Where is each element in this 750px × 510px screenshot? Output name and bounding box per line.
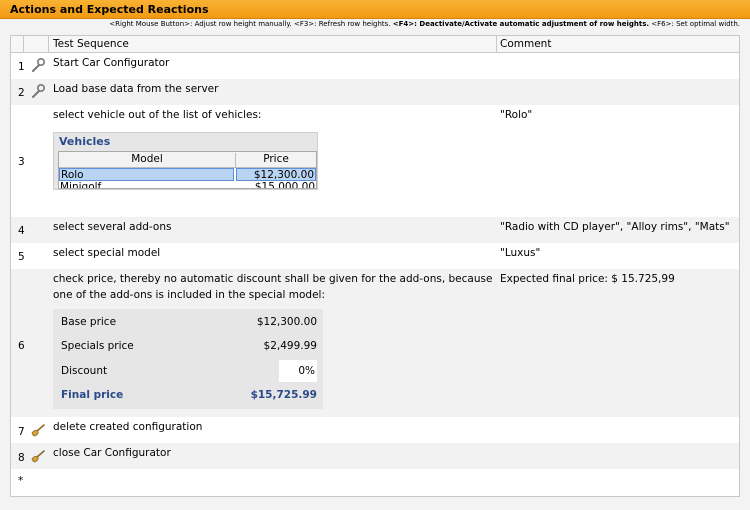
row-number: 7 — [18, 426, 25, 438]
table-row[interactable]: 3 select vehicle out of the list of vehi… — [11, 105, 739, 217]
brush-icon — [31, 450, 45, 463]
row-number: 2 — [18, 87, 25, 99]
vehicle-model: Rolo — [59, 168, 234, 181]
specials-price-row: Specials price $2,499.99 — [61, 335, 317, 357]
specials-price-value: $2,499.99 — [263, 340, 317, 352]
vehicle-row-selected[interactable]: Rolo $12,300.00 — [59, 168, 316, 181]
base-price-row: Base price $12,300.00 — [61, 311, 317, 333]
vehicle-price: $12,300.00 — [236, 168, 316, 181]
column-header-price[interactable]: Price — [236, 153, 316, 165]
base-price-value: $12,300.00 — [256, 316, 317, 328]
table-row[interactable]: 4 select several add-ons "Radio with CD … — [11, 217, 739, 243]
row-number: 8 — [18, 452, 25, 464]
table-row[interactable]: 1 Start Car Configurator — [11, 53, 739, 79]
wrench-icon — [32, 83, 46, 98]
hint-text: <Right Mouse Button>: Adjust row height … — [109, 20, 393, 28]
column-header-model[interactable]: Model — [59, 153, 235, 165]
row-number: 4 — [18, 225, 25, 237]
brush-icon — [31, 424, 45, 437]
hint-text-end: <F6>: Set optimal width. — [649, 20, 740, 28]
row-number: 5 — [18, 251, 25, 263]
price-panel: Base price $12,300.00 Specials price $2,… — [53, 309, 323, 409]
vehicle-model: Minigolf — [60, 181, 102, 189]
vehicles-grid: Model Price Rolo $12,300.00 Minigolf $15… — [58, 151, 317, 189]
wrench-icon — [32, 57, 46, 72]
test-sequence-table: Test Sequence Comment 1 Start Car Config… — [10, 35, 740, 497]
row-number: 3 — [18, 156, 25, 168]
base-price-label: Base price — [61, 316, 117, 328]
table-row[interactable]: 5 select special model "Luxus" — [11, 243, 739, 269]
vehicle-price: $15,000.00 — [254, 181, 315, 189]
column-divider[interactable] — [496, 36, 497, 52]
column-header-sequence[interactable]: Test Sequence — [53, 38, 129, 50]
step-text[interactable]: select special model — [53, 245, 493, 261]
vehicles-title: Vehicles — [59, 135, 111, 148]
step-text[interactable]: select vehicle out of the list of vehicl… — [53, 107, 493, 123]
final-price-row: Final price $15,725.99 — [61, 384, 317, 406]
table-row[interactable]: 2 Load base data from the server — [11, 79, 739, 105]
specials-price-label: Specials price — [61, 340, 134, 352]
panel-title: Actions and Expected Reactions — [10, 3, 209, 16]
step-text[interactable]: close Car Configurator — [53, 445, 493, 461]
step-comment[interactable]: "Radio with CD player", "Alloy rims", "M… — [500, 219, 735, 235]
step-comment[interactable]: "Luxus" — [500, 245, 735, 261]
step-text[interactable]: Load base data from the server — [53, 81, 493, 97]
step-text[interactable]: select several add-ons — [53, 219, 493, 235]
step-comment[interactable]: Expected final price: $ 15.725,99 — [500, 271, 735, 287]
table-row[interactable]: 6 check price, thereby no automatic disc… — [11, 269, 739, 417]
hint-text-bold: <F4>: Deactivate/Activate automatic adju… — [392, 20, 650, 28]
final-price-value: $15,725.99 — [250, 389, 317, 401]
final-price-label: Final price — [61, 389, 124, 401]
column-header-comment[interactable]: Comment — [500, 38, 551, 50]
vehicles-panel: Vehicles Model Price Rolo $12,300.00 Min… — [53, 132, 318, 190]
vehicle-row[interactable]: Minigolf $15,000.00 — [59, 181, 316, 189]
step-text[interactable]: Start Car Configurator — [53, 55, 493, 71]
discount-field[interactable]: 0% — [279, 360, 317, 382]
discount-row: Discount 0% — [61, 360, 317, 382]
new-row-marker: * — [18, 475, 24, 487]
vehicles-grid-header: Model Price — [59, 152, 316, 168]
discount-label: Discount — [61, 365, 108, 377]
new-row[interactable]: * — [11, 469, 739, 495]
column-divider[interactable] — [48, 36, 49, 52]
table-row[interactable]: 8 close Car Configurator — [11, 443, 739, 469]
row-number: 6 — [18, 340, 25, 352]
table-row[interactable]: 7 delete created configuration — [11, 417, 739, 443]
step-text[interactable]: check price, thereby no automatic discou… — [53, 271, 493, 303]
table-header: Test Sequence Comment — [11, 36, 739, 53]
step-text[interactable]: delete created configuration — [53, 419, 493, 435]
keyboard-hint: <Right Mouse Button>: Adjust row height … — [0, 20, 740, 28]
step-comment[interactable]: "Rolo" — [500, 107, 735, 123]
row-number: 1 — [18, 61, 25, 73]
panel-title-bar: Actions and Expected Reactions — [0, 0, 750, 19]
column-divider[interactable] — [23, 36, 24, 52]
